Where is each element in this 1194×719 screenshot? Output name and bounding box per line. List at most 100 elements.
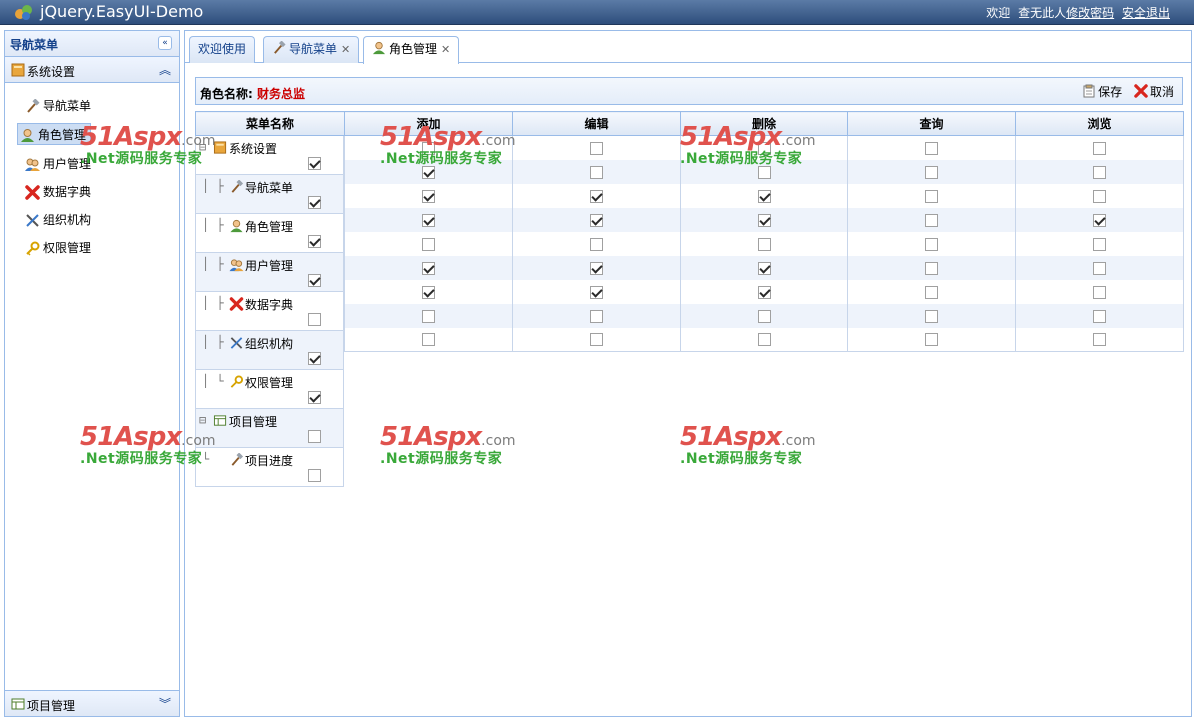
permission-checkbox[interactable] — [925, 213, 938, 227]
tree-row[interactable]: ⊟ 系统设置 — [195, 136, 344, 175]
permission-checkbox[interactable] — [757, 309, 771, 323]
accordion-header-project-management[interactable]: 项目管理 ︾ — [5, 690, 179, 716]
nav-item-user-management[interactable]: 用户管理 — [23, 153, 95, 175]
permission-checkbox[interactable] — [925, 141, 938, 155]
permission-checkbox[interactable] — [757, 189, 771, 203]
menu-checkbox[interactable] — [308, 313, 321, 326]
permission-checkbox[interactable] — [422, 189, 435, 203]
permission-checkbox[interactable] — [1093, 165, 1106, 179]
permission-checkbox[interactable] — [925, 189, 938, 203]
permission-checkbox[interactable] — [590, 285, 603, 299]
close-icon[interactable]: ✕ — [341, 43, 350, 56]
permission-checkbox[interactable] — [590, 309, 603, 323]
permission-checkbox[interactable] — [422, 333, 435, 347]
permission-checkbox[interactable] — [422, 213, 435, 227]
permission-checkbox[interactable] — [925, 261, 938, 275]
permission-checkbox[interactable] — [590, 333, 603, 347]
permission-checkbox[interactable] — [422, 141, 435, 155]
collapse-toggle-icon[interactable]: ⊟ — [199, 140, 206, 154]
permission-checkbox[interactable] — [1093, 333, 1106, 347]
tree-row[interactable]: │ └ 权限管理 — [195, 370, 344, 409]
nav-item-data-dictionary[interactable]: 数据字典 — [23, 181, 95, 203]
cancel-button[interactable]: 取消 — [1134, 83, 1174, 100]
permission-checkbox[interactable] — [590, 189, 603, 203]
save-button[interactable]: 保存 — [1082, 83, 1122, 100]
menu-checkbox[interactable] — [308, 157, 321, 170]
menu-checkbox[interactable] — [308, 196, 321, 209]
permission-checkbox[interactable] — [925, 165, 938, 179]
permission-checkbox[interactable] — [590, 213, 603, 227]
chevron-up-icon[interactable]: ︽ — [159, 61, 171, 78]
menu-checkbox[interactable] — [308, 274, 321, 287]
permission-checkbox[interactable] — [1093, 213, 1106, 227]
tree-row[interactable]: │ ├ 数据字典 — [195, 292, 344, 331]
tree-row[interactable]: ⊟ 项目管理 — [195, 409, 344, 448]
permission-checkbox[interactable] — [757, 237, 771, 251]
permission-cell — [344, 159, 513, 184]
permission-checkbox[interactable] — [422, 261, 435, 275]
permission-checkbox[interactable] — [422, 237, 435, 251]
permission-checkbox[interactable] — [925, 285, 938, 299]
permission-checkbox[interactable] — [757, 285, 771, 299]
permission-checkbox[interactable] — [757, 165, 771, 179]
permission-checkbox[interactable] — [1093, 309, 1106, 323]
tree-row[interactable]: │ ├ 导航菜单 — [195, 175, 344, 214]
accordion-header-system-settings[interactable]: 系统设置 ︽ — [5, 57, 179, 83]
close-icon[interactable]: ✕ — [441, 43, 450, 56]
column-header-menu[interactable]: 菜单名称 — [195, 111, 345, 136]
permission-checkbox[interactable] — [925, 309, 938, 323]
tree-node-label: 用户管理 — [229, 257, 293, 274]
permission-checkbox[interactable] — [925, 237, 938, 251]
tree-row[interactable]: └ 项目进度 — [195, 448, 344, 487]
permission-checkbox[interactable] — [590, 237, 603, 251]
logout-link[interactable]: 安全退出 — [1122, 6, 1170, 20]
column-header-delete[interactable]: 删除 — [680, 111, 848, 136]
nav-item-role-management[interactable]: 角色管理 — [17, 123, 92, 145]
menu-checkbox[interactable] — [308, 235, 321, 248]
permission-cell — [512, 255, 681, 280]
menu-name: 导航菜单 — [245, 181, 294, 195]
menu-checkbox[interactable] — [308, 352, 321, 365]
red-x-icon — [25, 185, 40, 200]
permission-checkbox[interactable] — [422, 285, 435, 299]
nav-item-nav-menu[interactable]: 导航菜单 — [23, 95, 95, 117]
permission-checkbox[interactable] — [1093, 141, 1106, 155]
permission-checkbox[interactable] — [757, 141, 771, 155]
permission-checkbox[interactable] — [757, 261, 771, 275]
permission-checkbox[interactable] — [590, 165, 603, 179]
permission-checkbox[interactable] — [757, 333, 771, 347]
tree-row[interactable]: │ ├ 组织机构 — [195, 331, 344, 370]
permission-checkbox[interactable] — [1093, 285, 1106, 299]
permission-checkbox[interactable] — [1093, 237, 1106, 251]
permission-checkbox[interactable] — [422, 165, 435, 179]
menu-checkbox[interactable] — [308, 469, 321, 482]
tab-welcome[interactable]: 欢迎使用 — [189, 36, 256, 63]
change-password-link[interactable]: 修改密码 — [1066, 6, 1114, 20]
permission-checkbox[interactable] — [1093, 189, 1106, 203]
tab-role-management[interactable]: 角色管理 ✕ — [363, 36, 460, 64]
nav-item-organization[interactable]: 组织机构 — [23, 209, 95, 231]
permission-checkbox[interactable] — [925, 333, 938, 347]
menu-checkbox[interactable] — [308, 430, 321, 443]
permission-checkbox[interactable] — [422, 309, 435, 323]
permission-checkbox[interactable] — [1093, 261, 1106, 275]
tab-nav-menu[interactable]: 导航菜单 ✕ — [263, 36, 360, 63]
collapse-toggle-icon[interactable]: ⊟ — [199, 413, 206, 427]
person-icon — [372, 41, 386, 55]
column-header-edit[interactable]: 编辑 — [512, 111, 681, 136]
permission-checkbox[interactable] — [590, 261, 603, 275]
tree-node-label: 系统设置 — [213, 140, 277, 157]
chevron-down-icon[interactable]: ︾ — [159, 695, 171, 712]
nav-item-permission[interactable]: 权限管理 — [23, 237, 95, 259]
menu-checkbox[interactable] — [308, 391, 321, 404]
permission-checkbox[interactable] — [757, 213, 771, 227]
tree-row[interactable]: │ ├ 用户管理 — [195, 253, 344, 292]
column-header-add[interactable]: 添加 — [344, 111, 513, 136]
column-header-query[interactable]: 查询 — [847, 111, 1016, 136]
permission-checkbox[interactable] — [590, 141, 603, 155]
collapse-left-icon[interactable]: « — [158, 36, 172, 50]
permission-cell — [344, 303, 513, 328]
column-header-browse[interactable]: 浏览 — [1015, 111, 1184, 136]
permission-cell — [847, 135, 1016, 160]
tree-row[interactable]: │ ├ 角色管理 — [195, 214, 344, 253]
